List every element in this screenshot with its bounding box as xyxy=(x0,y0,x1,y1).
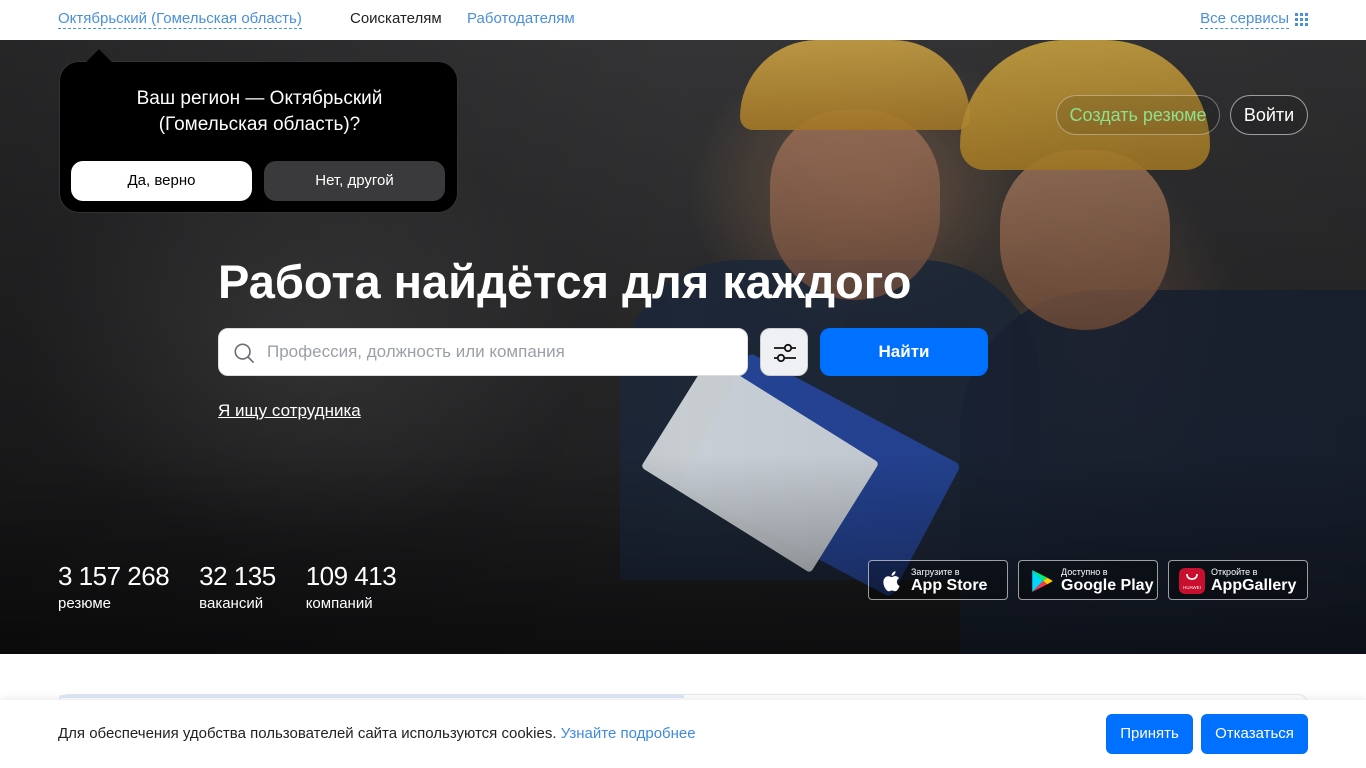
cookie-message: Для обеспечения удобства пользователей с… xyxy=(58,724,696,744)
top-bar: Октябрьский (Гомельская область) Соискат… xyxy=(0,0,1366,40)
region-link[interactable]: Октябрьский (Гомельская область) xyxy=(58,10,302,29)
region-confirm-popup: Ваш регион — Октябрьский (Гомельская обл… xyxy=(59,49,458,213)
google-play-button[interactable]: Доступно в Google Play xyxy=(1018,560,1158,600)
store-name: Google Play xyxy=(1061,577,1154,594)
cookie-decline-button[interactable]: Отказаться xyxy=(1201,714,1308,754)
nav-applicants[interactable]: Соискателям xyxy=(350,10,442,28)
stat-vacancies: 32 135 вакансий xyxy=(199,561,276,615)
stat-number: 32 135 xyxy=(199,561,276,591)
cookie-text: Для обеспечения удобства пользователей с… xyxy=(58,725,557,742)
app-store-button[interactable]: Загрузите в App Store xyxy=(868,560,1008,600)
store-caption: Доступно в xyxy=(1061,567,1108,577)
stat-number: 109 413 xyxy=(305,561,397,591)
grid-icon xyxy=(1295,13,1308,26)
region-question: Ваш регион — Октябрьский (Гомельская обл… xyxy=(136,88,383,135)
nav-employers[interactable]: Работодателям xyxy=(467,10,575,28)
stat-companies: 109 413 компаний xyxy=(305,561,397,615)
region-yes-button[interactable]: Да, верно xyxy=(71,161,252,201)
sliders-icon xyxy=(774,343,796,363)
create-resume-button[interactable]: Создать резюме xyxy=(1056,95,1220,135)
store-name: AppGallery xyxy=(1211,577,1297,594)
employer-search-link[interactable]: Я ищу сотрудника xyxy=(218,400,361,422)
store-caption: Откройте в xyxy=(1211,567,1258,577)
login-button[interactable]: Войти xyxy=(1230,95,1308,135)
find-button[interactable]: Найти xyxy=(820,328,988,376)
search-icon xyxy=(234,343,254,363)
stat-label: резюме xyxy=(58,595,111,612)
all-services-link[interactable]: Все сервисы xyxy=(1200,10,1308,29)
stat-label: компаний xyxy=(305,595,373,612)
all-services-label: Все сервисы xyxy=(1200,10,1289,29)
stats: 3 157 268 резюме 32 135 вакансий 109 413… xyxy=(58,561,426,615)
cookie-learn-more-link[interactable]: Узнайте подробнее xyxy=(561,725,696,742)
cookie-banner: Для обеспечения удобства пользователей с… xyxy=(0,700,1366,768)
search-box[interactable] xyxy=(218,328,748,376)
store-caption: Загрузите в xyxy=(911,567,960,577)
hero-headline: Работа найдётся для каждого xyxy=(218,255,912,308)
filter-button[interactable] xyxy=(760,328,808,376)
huawei-appgallery-icon: HUAWEI xyxy=(1179,568,1205,594)
app-gallery-button[interactable]: HUAWEI Откройте в AppGallery xyxy=(1168,560,1308,600)
stat-number: 3 157 268 xyxy=(58,561,170,591)
svg-text:HUAWEI: HUAWEI xyxy=(1183,585,1201,590)
search-input[interactable] xyxy=(267,329,737,375)
stat-label: вакансий xyxy=(199,595,264,612)
google-play-icon xyxy=(1032,570,1053,592)
region-no-button[interactable]: Нет, другой xyxy=(264,161,445,201)
stat-resumes: 3 157 268 резюме xyxy=(58,561,170,615)
cookie-accept-button[interactable]: Принять xyxy=(1106,714,1193,754)
apple-icon xyxy=(883,571,900,592)
store-name: App Store xyxy=(911,577,988,594)
